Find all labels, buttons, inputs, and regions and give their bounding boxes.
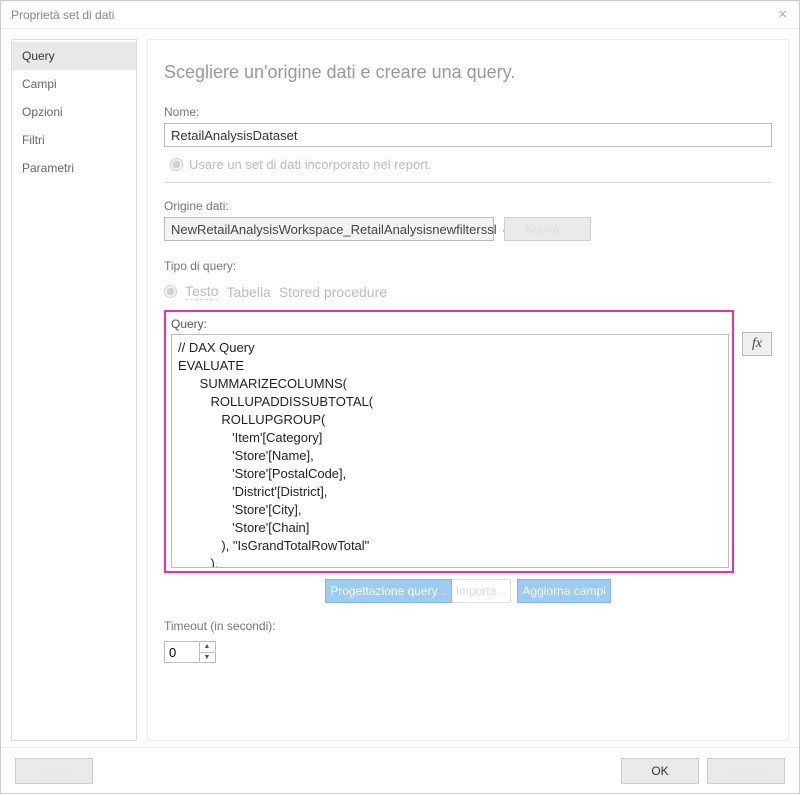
sidebar-item-parameters[interactable]: Parametri <box>12 154 136 182</box>
titlebar: Proprietà set di dati × <box>1 1 799 29</box>
timeout-input[interactable] <box>165 642 199 662</box>
spin-buttons: ▲ ▼ <box>199 642 214 662</box>
query-textarea-wrap <box>171 334 729 568</box>
querytype-table-label: Tabella <box>226 284 270 300</box>
expression-fx-button[interactable]: fx <box>742 332 772 356</box>
query-label: Query: <box>171 317 729 331</box>
querytype-sp-label: Stored procedure <box>279 284 387 300</box>
cancel-button[interactable]: Annulla <box>707 758 785 784</box>
divider <box>164 182 772 183</box>
close-icon[interactable]: × <box>772 6 793 23</box>
page-heading: Scegliere un'origine dati e creare una q… <box>164 62 772 83</box>
ok-button[interactable]: OK <box>621 758 699 784</box>
sidebar-item-fields[interactable]: Campi <box>12 70 136 98</box>
querytype-text-radio[interactable] <box>164 285 177 298</box>
timeout-spinbox[interactable]: ▲ ▼ <box>164 641 216 663</box>
import-button[interactable]: Importa... <box>452 579 512 603</box>
querytype-label: Tipo di query: <box>164 259 772 273</box>
timeout-row: Timeout (in secondi): ▲ ▼ <box>164 619 772 663</box>
querytype-text-label: Testo <box>185 283 218 300</box>
sidebar-item-label: Campi <box>22 77 57 91</box>
spin-down-icon[interactable]: ▼ <box>200 653 214 663</box>
datasource-label: Origine dati: <box>164 199 772 213</box>
query-textarea[interactable] <box>172 335 728 567</box>
timeout-label: Timeout (in secondi): <box>164 619 772 633</box>
embedded-dataset-radio-row: Usare un set di dati incorporato nel rep… <box>170 157 772 172</box>
datasource-row: NewRetailAnalysisWorkspace_RetailAnalysi… <box>164 217 772 241</box>
dialog-body: Query Campi Opzioni Filtri Parametri Sce… <box>1 29 799 747</box>
sidebar-item-label: Opzioni <box>22 105 63 119</box>
embedded-dataset-label: Usare un set di dati incorporato nel rep… <box>189 157 432 172</box>
help-button[interactable]: Guida <box>15 758 93 784</box>
new-datasource-button[interactable]: Nuova... <box>504 217 591 241</box>
fx-icon: fx <box>752 336 762 352</box>
name-label: Nome: <box>164 105 772 119</box>
dialog-window: Proprietà set di dati × Query Campi Opzi… <box>0 0 800 794</box>
spin-up-icon[interactable]: ▲ <box>200 642 214 653</box>
sidebar: Query Campi Opzioni Filtri Parametri <box>11 39 137 741</box>
datasource-value: NewRetailAnalysisWorkspace_RetailAnalysi… <box>171 222 497 237</box>
sidebar-item-options[interactable]: Opzioni <box>12 98 136 126</box>
refresh-fields-button[interactable]: Aggiorna campi <box>517 579 610 603</box>
name-input[interactable] <box>164 123 772 147</box>
sidebar-item-label: Filtri <box>22 133 45 147</box>
sidebar-item-filters[interactable]: Filtri <box>12 126 136 154</box>
embedded-dataset-radio[interactable] <box>170 158 183 171</box>
main-panel: Scegliere un'origine dati e creare una q… <box>147 39 789 741</box>
sidebar-item-label: Query <box>22 49 55 63</box>
sidebar-item-query[interactable]: Query <box>12 42 136 70</box>
window-title: Proprietà set di dati <box>11 8 114 22</box>
query-highlight-box: Query: <box>164 310 734 573</box>
sidebar-item-label: Parametri <box>22 161 74 175</box>
datasource-select[interactable]: NewRetailAnalysisWorkspace_RetailAnalysi… <box>164 217 494 241</box>
querytype-row: Testo Tabella Stored procedure <box>164 283 772 300</box>
query-wrap: Query: fx <box>164 310 772 573</box>
query-actions-row: Progettazione query... Importa... Aggior… <box>164 579 772 603</box>
query-designer-button[interactable]: Progettazione query... <box>325 579 452 603</box>
dialog-footer: Guida OK Annulla <box>1 747 799 793</box>
